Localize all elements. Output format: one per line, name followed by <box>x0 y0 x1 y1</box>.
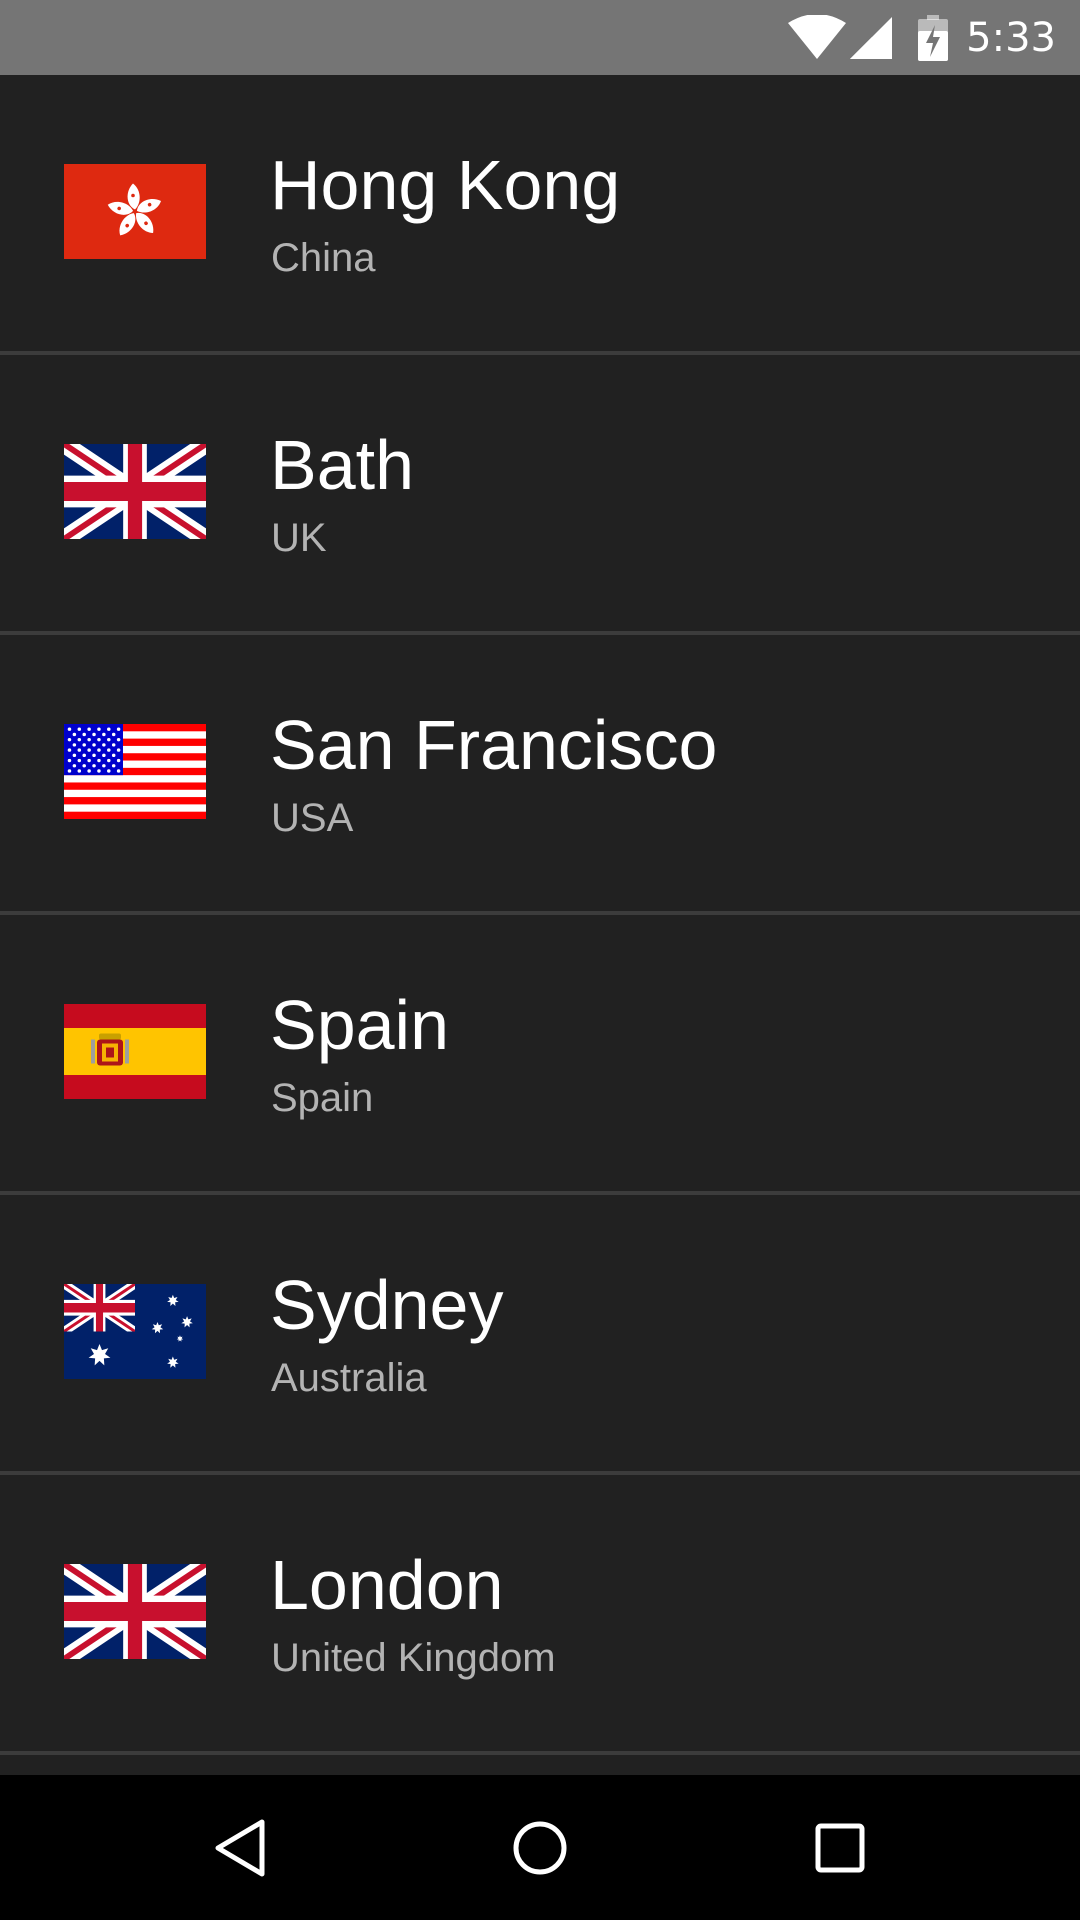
city-name: Hong Kong <box>270 146 621 224</box>
city-list[interactable]: Hong Kong China Bath UK San Francisco US… <box>0 75 1080 1775</box>
list-item[interactable]: Sydney Australia <box>0 1195 1080 1475</box>
back-button[interactable] <box>160 1775 320 1920</box>
city-name: London <box>270 1546 504 1624</box>
list-item[interactable]: San Francisco USA <box>0 635 1080 915</box>
recents-button[interactable] <box>760 1775 920 1920</box>
uk-flag-icon <box>64 1564 206 1659</box>
list-item[interactable]: Bath UK <box>0 355 1080 635</box>
list-item[interactable]: Spain Spain <box>0 915 1080 1195</box>
home-button[interactable] <box>460 1775 620 1920</box>
status-bar: 5:33 <box>0 0 1080 75</box>
city-name: San Francisco <box>270 706 718 784</box>
status-time: 5:33 <box>966 14 1056 61</box>
city-country: Spain <box>271 1076 374 1120</box>
city-country: UK <box>271 516 327 560</box>
list-item[interactable]: Hong Kong China <box>0 75 1080 355</box>
city-name: Sydney <box>270 1266 504 1344</box>
hong-kong-flag-icon <box>64 164 206 259</box>
usa-flag-icon <box>64 724 206 819</box>
list-item[interactable]: London United Kingdom <box>0 1475 1080 1755</box>
city-country: United Kingdom <box>271 1636 556 1680</box>
battery-charging-icon <box>918 14 949 61</box>
status-icons: 5:33 <box>788 0 1056 75</box>
signal-icon <box>850 16 893 59</box>
recents-icon <box>815 1823 865 1872</box>
city-country: China <box>271 236 376 280</box>
uk-flag-icon <box>64 444 206 539</box>
home-icon <box>513 1821 567 1874</box>
city-name: Bath <box>270 426 414 504</box>
city-name: Spain <box>270 986 450 1064</box>
city-country: Australia <box>271 1356 427 1400</box>
back-icon <box>215 1819 265 1876</box>
navigation-bar <box>0 1775 1080 1920</box>
city-country: USA <box>271 796 354 840</box>
wifi-icon <box>788 14 847 59</box>
spain-flag-icon <box>64 1004 206 1099</box>
australia-flag-icon <box>64 1284 206 1379</box>
